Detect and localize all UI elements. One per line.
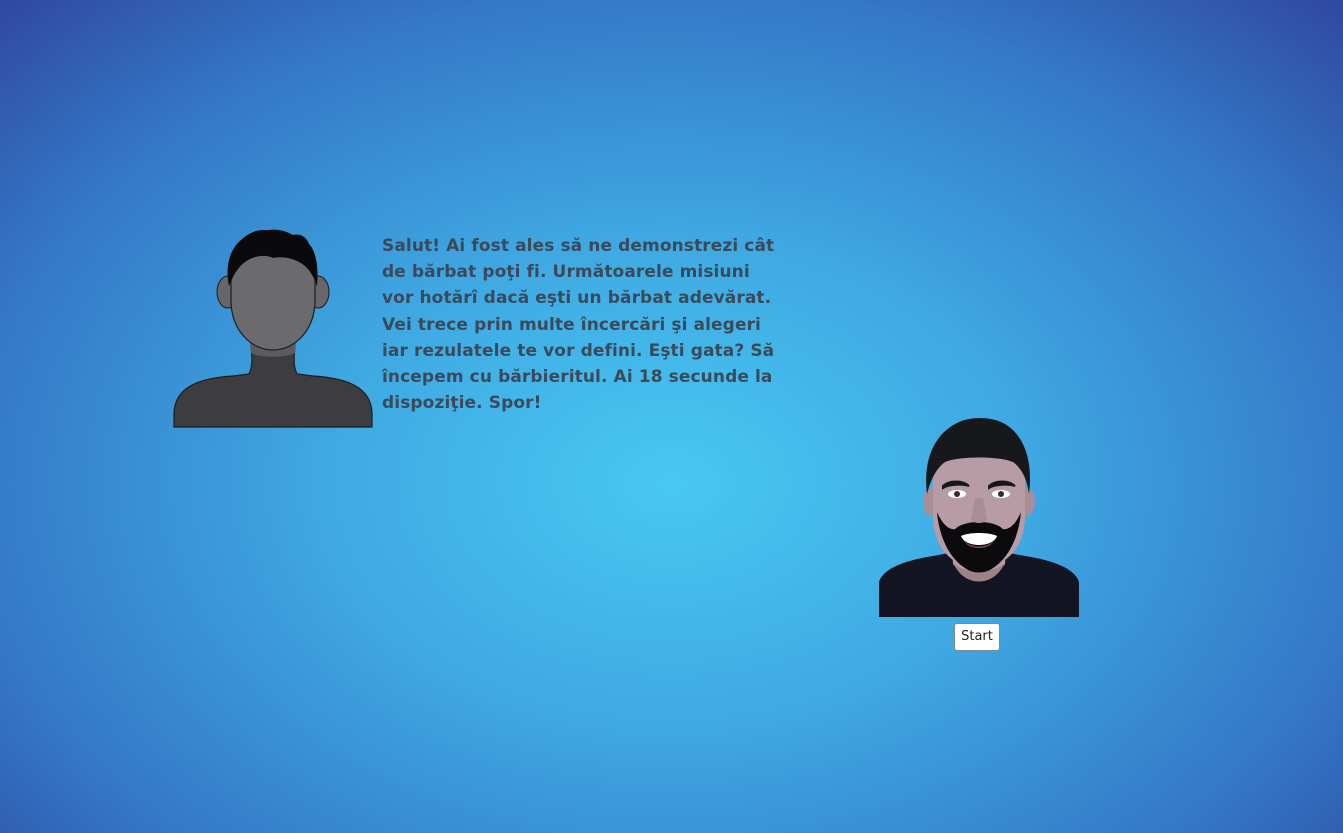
player-avatar <box>879 416 1079 617</box>
silhouette-icon <box>173 229 373 428</box>
dialog-text: Salut! Ai fost ales să ne demonstrezi câ… <box>382 236 775 414</box>
game-stage: Salut! Ai fost ales să ne demonstrezi câ… <box>0 0 1343 833</box>
narrator-avatar <box>173 228 373 428</box>
start-button[interactable]: Start <box>954 623 1000 651</box>
bearded-man-icon <box>879 418 1079 617</box>
